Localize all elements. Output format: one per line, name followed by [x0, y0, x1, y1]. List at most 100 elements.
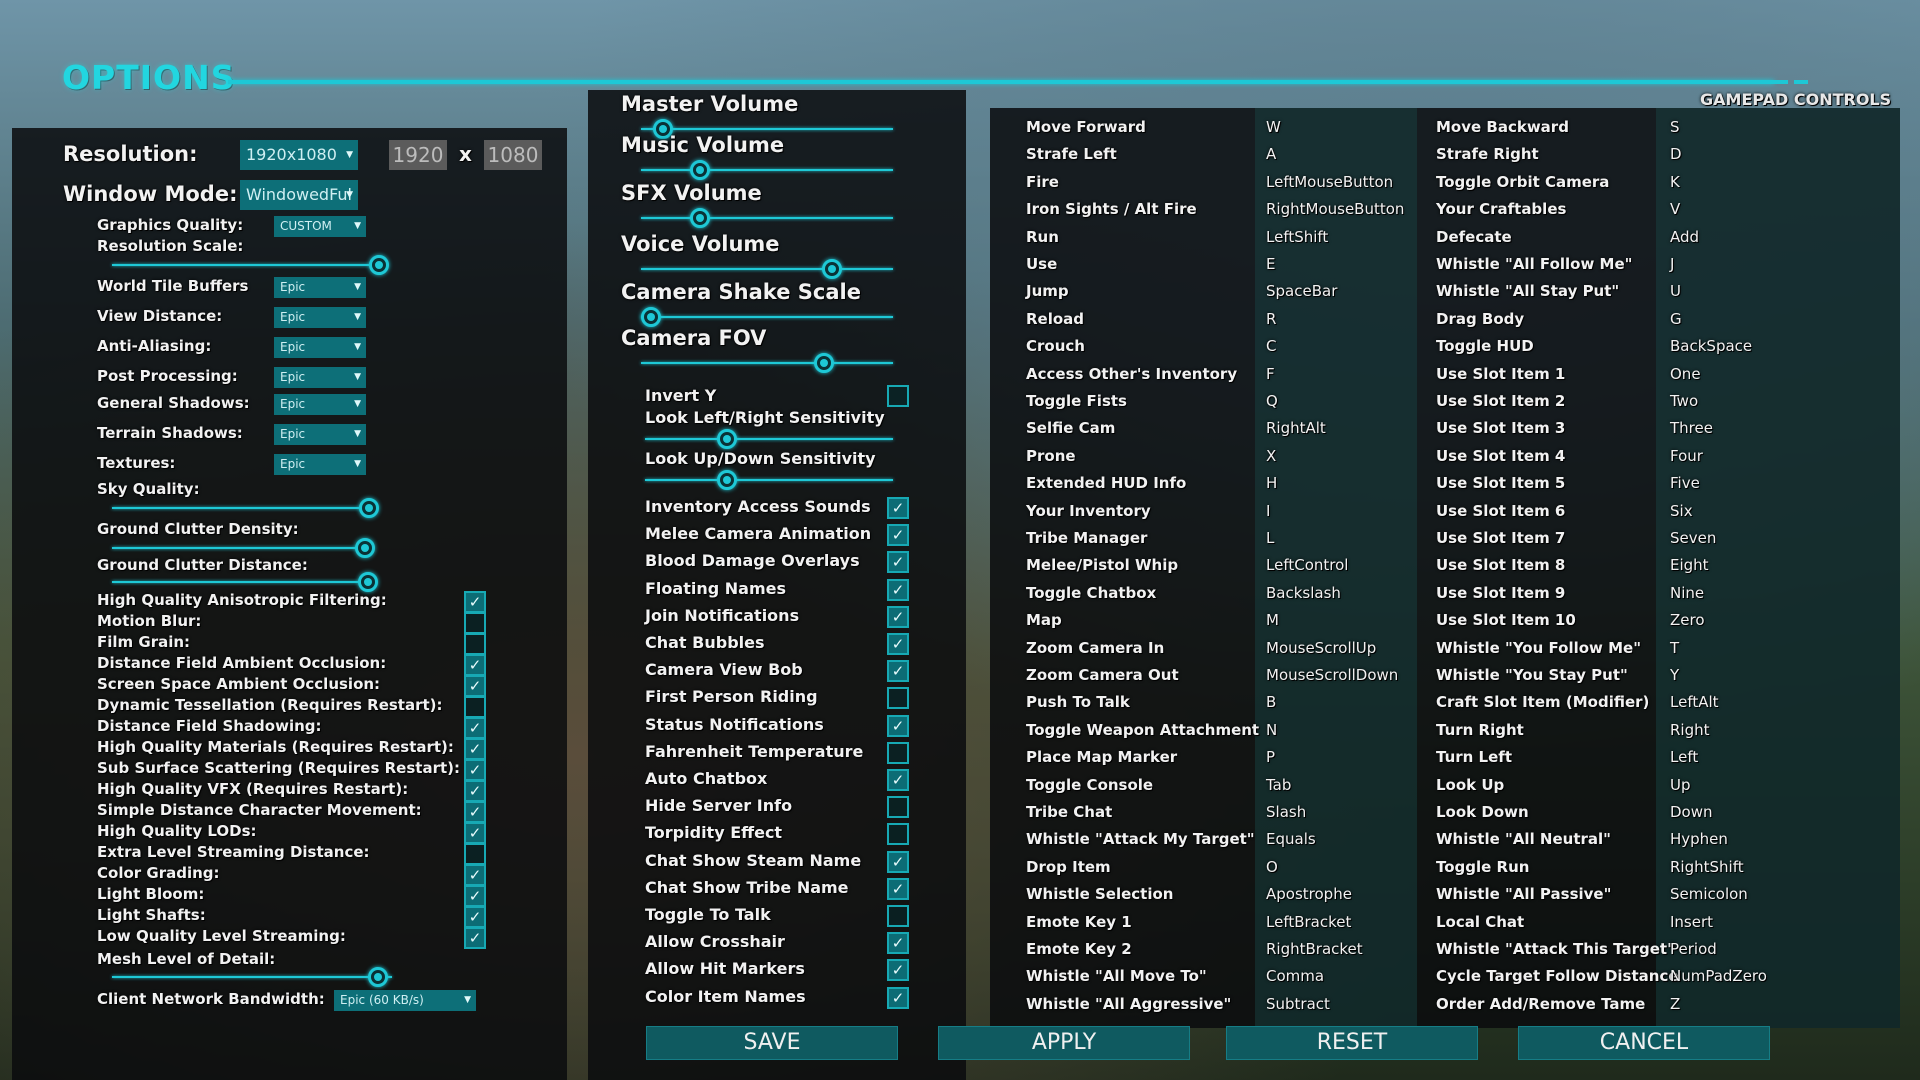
gameplay-toggle-checkbox[interactable]: ✓	[887, 877, 909, 900]
keybind-key[interactable]: W	[1266, 118, 1281, 136]
quality-dropdown[interactable]: Epic ▼	[274, 367, 366, 388]
keybind-key[interactable]: N	[1266, 721, 1277, 739]
sky-quality-slider[interactable]	[112, 498, 379, 518]
volume-slider[interactable]	[641, 307, 893, 327]
graphics-toggle-checkbox[interactable]	[464, 843, 486, 865]
slider-knob[interactable]	[359, 498, 379, 518]
keybind-key[interactable]: BackSpace	[1670, 337, 1752, 355]
bandwidth-dropdown[interactable]: Epic (60 KB/s) ▼	[334, 990, 476, 1011]
keybind-key[interactable]: Six	[1670, 502, 1693, 520]
keybind-key[interactable]: I	[1266, 502, 1270, 520]
keybind-key[interactable]: Insert	[1670, 913, 1713, 931]
keybind-key[interactable]: Backslash	[1266, 584, 1341, 602]
gameplay-toggle-checkbox[interactable]: ✓	[887, 551, 909, 574]
keybind-key[interactable]: P	[1266, 748, 1275, 766]
graphics-toggle-checkbox[interactable]: ✓	[464, 780, 486, 802]
keybind-key[interactable]: X	[1266, 447, 1276, 465]
keybind-key[interactable]: Four	[1670, 447, 1703, 465]
keybind-key[interactable]: S	[1670, 118, 1680, 136]
keybind-key[interactable]: Add	[1670, 228, 1699, 246]
keybind-key[interactable]: Eight	[1670, 556, 1709, 574]
keybind-key[interactable]: L	[1266, 529, 1274, 547]
keybind-key[interactable]: LeftShift	[1266, 228, 1328, 246]
slider-knob[interactable]	[814, 353, 834, 373]
reset-button[interactable]: RESET	[1226, 1026, 1478, 1060]
keybind-key[interactable]: Up	[1670, 776, 1691, 794]
cancel-button[interactable]: CANCEL	[1518, 1026, 1770, 1060]
graphics-toggle-checkbox[interactable]: ✓	[464, 927, 486, 949]
gameplay-toggle-checkbox[interactable]	[887, 905, 909, 927]
quality-dropdown[interactable]: Epic ▼	[274, 337, 366, 358]
keybind-key[interactable]: One	[1670, 365, 1701, 383]
keybind-key[interactable]: B	[1266, 693, 1276, 711]
keybind-key[interactable]: Apostrophe	[1266, 885, 1352, 903]
keybind-key[interactable]: M	[1266, 611, 1279, 629]
sensitivity-slider[interactable]	[645, 470, 893, 490]
invert-y-checkbox[interactable]	[887, 385, 909, 407]
keybind-key[interactable]: Three	[1670, 419, 1713, 437]
keybind-key[interactable]: LeftBracket	[1266, 913, 1351, 931]
keybind-key[interactable]: Nine	[1670, 584, 1704, 602]
keybind-key[interactable]: SpaceBar	[1266, 282, 1337, 300]
graphics-toggle-checkbox[interactable]	[464, 696, 486, 718]
gameplay-toggle-checkbox[interactable]: ✓	[887, 578, 909, 601]
slider-knob[interactable]	[369, 255, 389, 275]
keybind-key[interactable]: H	[1266, 474, 1277, 492]
keybind-key[interactable]: E	[1266, 255, 1275, 273]
gameplay-toggle-checkbox[interactable]: ✓	[887, 714, 909, 737]
keybind-key[interactable]: RightAlt	[1266, 419, 1326, 437]
keybind-key[interactable]: C	[1266, 337, 1276, 355]
graphics-toggle-checkbox[interactable]: ✓	[464, 654, 486, 676]
keybind-key[interactable]: Down	[1670, 803, 1713, 821]
apply-button[interactable]: APPLY	[938, 1026, 1190, 1060]
graphics-toggle-checkbox[interactable]	[464, 633, 486, 655]
gameplay-toggle-checkbox[interactable]	[887, 823, 909, 846]
slider-knob[interactable]	[368, 967, 388, 987]
gameplay-toggle-checkbox[interactable]: ✓	[887, 524, 909, 547]
gameplay-toggle-checkbox[interactable]: ✓	[887, 959, 909, 982]
keybind-key[interactable]: Slash	[1266, 803, 1306, 821]
keybind-key[interactable]: MouseScrollUp	[1266, 639, 1376, 657]
gameplay-toggle-checkbox[interactable]	[887, 741, 909, 764]
gameplay-toggle-checkbox[interactable]: ✓	[887, 660, 909, 683]
slider-knob[interactable]	[690, 160, 710, 180]
gameplay-toggle-checkbox[interactable]: ✓	[887, 932, 909, 955]
keybind-key[interactable]: K	[1670, 173, 1680, 191]
slider-knob[interactable]	[717, 429, 737, 449]
keybind-key[interactable]: Subtract	[1266, 995, 1330, 1013]
ground-clutter-distance-slider[interactable]	[112, 572, 378, 592]
keybind-key[interactable]: RightBracket	[1266, 940, 1363, 958]
graphics-toggle-checkbox[interactable]: ✓	[464, 759, 486, 781]
gameplay-toggle-checkbox[interactable]: ✓	[887, 497, 909, 519]
volume-slider[interactable]	[641, 353, 893, 373]
keybind-key[interactable]: LeftControl	[1266, 556, 1348, 574]
keybind-key[interactable]: A	[1266, 145, 1276, 163]
graphics-toggle-checkbox[interactable]: ✓	[464, 675, 486, 697]
graphics-toggle-checkbox[interactable]: ✓	[464, 738, 486, 760]
quality-dropdown[interactable]: Epic ▼	[274, 424, 366, 445]
quality-dropdown[interactable]: Epic ▼	[274, 277, 366, 298]
keybind-key[interactable]: Period	[1670, 940, 1717, 958]
graphics-toggle-checkbox[interactable]: ✓	[464, 717, 486, 739]
gameplay-toggle-checkbox[interactable]	[887, 796, 909, 819]
keybind-key[interactable]: MouseScrollDown	[1266, 666, 1398, 684]
keybind-key[interactable]: Seven	[1670, 529, 1716, 547]
keybind-key[interactable]: Tab	[1266, 776, 1291, 794]
slider-knob[interactable]	[690, 208, 710, 228]
keybind-key[interactable]: LeftAlt	[1670, 693, 1719, 711]
keybind-key[interactable]: Zero	[1670, 611, 1705, 629]
resolution-dropdown[interactable]: 1920x1080 ▼	[240, 140, 358, 170]
gameplay-toggle-checkbox[interactable]: ✓	[887, 605, 909, 628]
graphics-toggle-checkbox[interactable]: ✓	[464, 822, 486, 844]
keybind-key[interactable]: D	[1670, 145, 1682, 163]
keybind-key[interactable]: Comma	[1266, 967, 1324, 985]
keybind-key[interactable]: G	[1670, 310, 1682, 328]
keybind-key[interactable]: NumPadZero	[1670, 967, 1767, 985]
keybind-key[interactable]: F	[1266, 365, 1275, 383]
resolution-width-input[interactable]: 1920	[389, 140, 447, 170]
slider-knob[interactable]	[358, 572, 378, 592]
keybind-key[interactable]: Left	[1670, 748, 1698, 766]
keybind-key[interactable]: O	[1266, 858, 1278, 876]
slider-knob[interactable]	[641, 307, 661, 327]
volume-slider[interactable]	[641, 119, 893, 139]
